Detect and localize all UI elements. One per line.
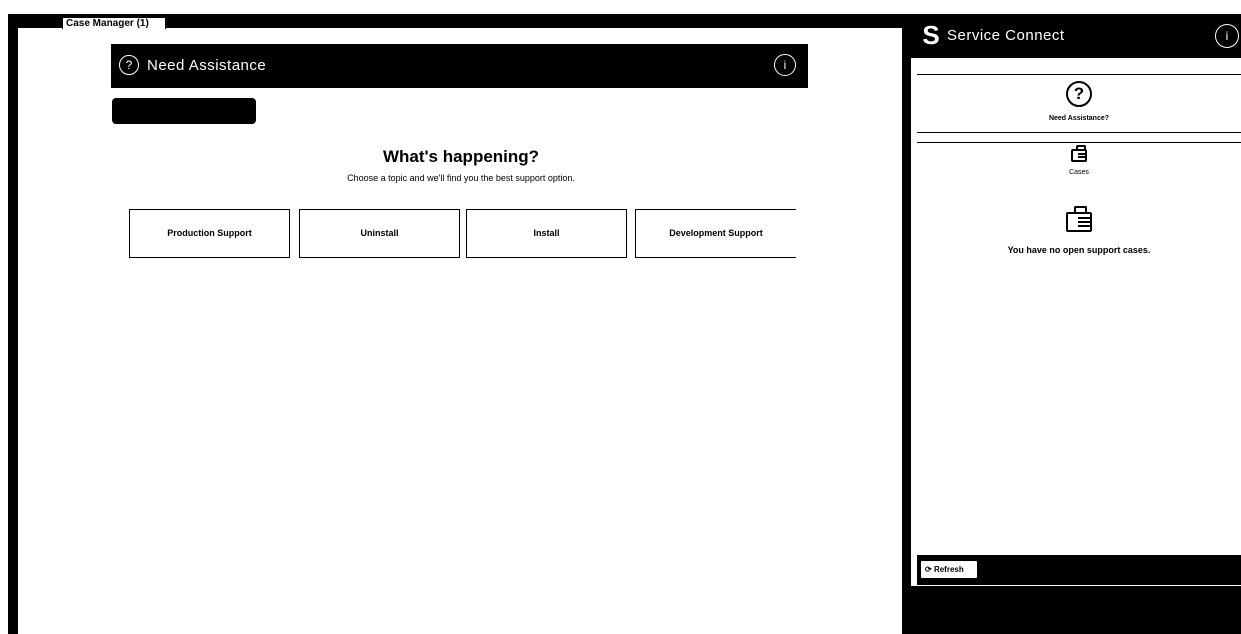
empty-cases-message: You have no open support cases. [1007, 245, 1151, 255]
briefcase-icon [1071, 145, 1087, 162]
page-subheading: Choose a topic and we'll find you the be… [347, 173, 575, 183]
divider [917, 132, 1241, 133]
question-circle-icon: ? [1066, 81, 1092, 107]
back-button[interactable]: Back [112, 98, 256, 124]
topic-production-support[interactable]: Production Support [129, 209, 290, 258]
refresh-icon: ⟳ [925, 565, 932, 574]
divider [917, 142, 1241, 143]
need-assistance-title: Need Assistance [147, 57, 267, 74]
need-assistance-tile-label: Need Assistance? [1048, 115, 1110, 122]
info-icon[interactable]: i [774, 54, 796, 76]
case-manager-tab[interactable]: Case Manager (1) [62, 17, 166, 29]
need-assistance-header: ? Need Assistance i [111, 44, 808, 88]
service-connect-logo-icon: S [922, 20, 940, 50]
question-circle-icon: ? [119, 55, 139, 75]
cases-tile-label: Cases [1069, 169, 1089, 176]
refresh-label: Refresh [933, 565, 964, 574]
page-heading: What's happening? [382, 147, 540, 166]
topic-options: Production Support Uninstall Install Dev… [129, 209, 797, 258]
topic-install[interactable]: Install [466, 209, 627, 258]
service-connect-info-icon[interactable]: i [1215, 24, 1239, 48]
topic-development-support[interactable]: Development Support [635, 209, 796, 258]
service-connect-title: Service Connect [947, 27, 1065, 44]
divider [917, 74, 1241, 75]
service-connect-panel [911, 58, 1241, 586]
cases-tile[interactable]: Cases [917, 145, 1241, 185]
need-assistance-tile[interactable]: ? Need Assistance? [917, 78, 1241, 134]
topic-uninstall[interactable]: Uninstall [299, 209, 460, 258]
top-strip [0, 0, 1241, 14]
empty-cases-state: You have no open support cases. [917, 206, 1241, 255]
briefcase-icon [1066, 206, 1092, 232]
service-connect-header: S Service Connect [911, 14, 1241, 58]
refresh-button[interactable]: ⟳ Refresh [920, 560, 978, 579]
